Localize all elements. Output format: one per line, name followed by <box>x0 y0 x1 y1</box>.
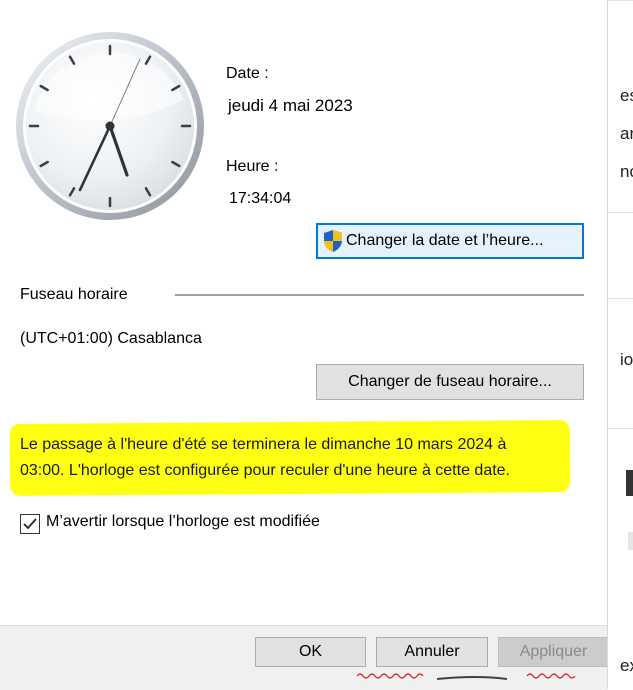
background-window-edge: es ar nc io ex <box>607 0 633 689</box>
section-divider <box>175 294 584 296</box>
analog-clock <box>16 32 204 220</box>
uac-shield-icon <box>324 230 342 252</box>
time-value: 17:34:04 <box>229 190 292 207</box>
cancel-label: Annuler <box>404 643 460 660</box>
bg-fragment: ex <box>620 656 633 675</box>
dst-notice-line2: 03:00. L'horloge est configurée pour rec… <box>20 462 510 479</box>
bg-fragment: nc <box>620 162 633 181</box>
change-timezone-label: Changer de fuseau horaire... <box>348 373 552 390</box>
date-label: Date : <box>226 65 269 82</box>
ok-button[interactable]: OK <box>255 637 366 667</box>
apply-label: Appliquer <box>519 643 588 660</box>
bg-scroll-strip <box>628 532 633 550</box>
date-value: jeudi 4 mai 2023 <box>228 96 353 115</box>
bg-dark-bar <box>626 470 633 496</box>
bg-fragment: ar <box>620 124 633 143</box>
timezone-section-label: Fuseau horaire <box>20 286 128 303</box>
spellcheck-underline <box>357 673 576 680</box>
apply-button[interactable]: Appliquer <box>498 637 609 667</box>
notify-checkbox[interactable] <box>20 514 40 534</box>
bg-fragment: io <box>620 350 633 369</box>
change-timezone-button[interactable]: Changer de fuseau horaire... <box>316 364 584 400</box>
checkmark-icon <box>23 518 37 530</box>
change-datetime-label: Changer la date et l’heure... <box>346 232 544 249</box>
ok-label: OK <box>298 643 323 660</box>
bg-fragment: es <box>620 86 633 105</box>
cancel-button[interactable]: Annuler <box>376 637 488 667</box>
dst-notice: Le passage à l'heure d'été se terminera … <box>20 432 570 484</box>
notify-checkbox-label[interactable]: M’avertir lorsque l’horloge est modifiée <box>46 513 320 531</box>
timezone-value: (UTC+01:00) Casablanca <box>20 330 202 347</box>
dst-notice-line1: Le passage à l'heure d'été se terminera … <box>20 436 507 453</box>
change-datetime-button[interactable]: Changer la date et l’heure... <box>316 223 584 259</box>
date-time-dialog: Date : jeudi 4 mai 2023 Heure : 17:34:04… <box>0 0 609 690</box>
time-label: Heure : <box>226 158 279 175</box>
